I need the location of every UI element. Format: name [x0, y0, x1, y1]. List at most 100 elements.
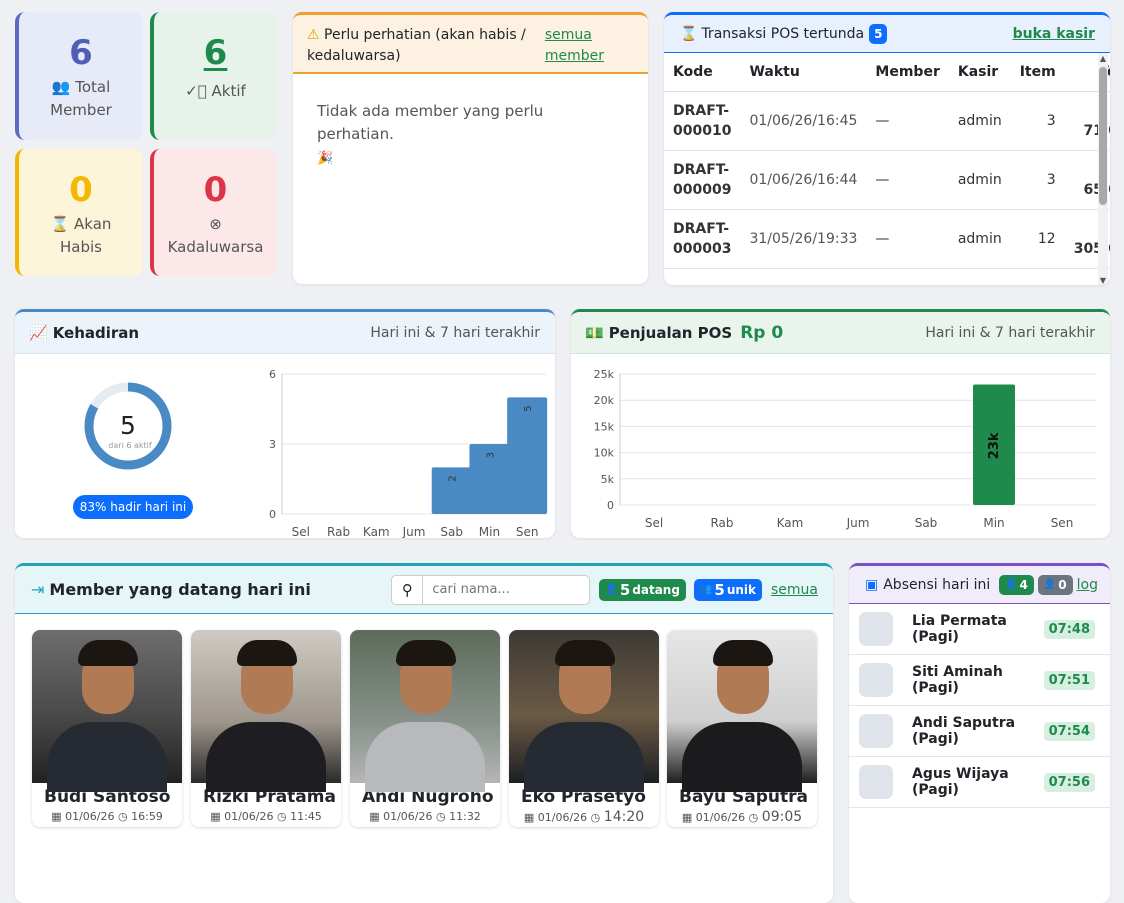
- all-visitors-link[interactable]: semua: [771, 582, 818, 598]
- penjualan-amount: Rp 0: [740, 322, 784, 343]
- pos-kasir: admin: [948, 91, 1011, 151]
- stat-aktif-label: Aktif: [211, 82, 246, 100]
- absensi-name: Lia Permata (Pagi): [912, 613, 1007, 645]
- absensi-title: Absensi hari ini: [883, 576, 991, 593]
- pos-title: Transaksi POS tertunda: [701, 25, 865, 42]
- all-members-link[interactable]: semua member: [545, 25, 604, 72]
- user-check-icon: 👤: [605, 584, 618, 595]
- absensi-time: 07:54: [1043, 721, 1095, 741]
- x-tick-label: Min: [479, 525, 500, 538]
- member-photo: [509, 630, 659, 792]
- stat-akan-habis[interactable]: 0 ⌛ Akan Habis: [15, 149, 143, 276]
- penjualan-card: 💵 Penjualan POS Rp 0 Hari ini & 7 hari t…: [571, 309, 1110, 538]
- y-tick-label: 0: [607, 499, 614, 512]
- user-out-icon: 👤: [1043, 579, 1057, 590]
- pos-member: —: [866, 209, 949, 269]
- absensi-out-badge: 👤 0: [1037, 574, 1073, 595]
- scrollbar[interactable]: ▲ ▼: [1098, 53, 1108, 285]
- x-tick-label: Sel: [292, 525, 310, 538]
- cash-icon: 💵: [585, 323, 604, 342]
- login-icon: ⇥: [31, 580, 45, 599]
- open-cashier-link[interactable]: buka kasir: [1013, 26, 1095, 42]
- kehadiran-card: 📈 Kehadiran Hari ini & 7 hari terakhir 5…: [15, 309, 555, 538]
- table-row[interactable]: DRAFT-Nali...R: [664, 268, 1110, 285]
- pos-item: [1010, 268, 1065, 285]
- search-input[interactable]: [423, 575, 584, 604]
- absensi-time: 07:48: [1043, 619, 1095, 639]
- warning-icon: ⚠: [307, 27, 320, 43]
- member-photo: [32, 630, 182, 792]
- y-tick-label: 10k: [594, 447, 615, 460]
- attention-title-2: kedaluwarsa): [307, 48, 401, 64]
- hourglass-icon: ⌛: [680, 25, 698, 42]
- x-circle-icon: ⊗: [209, 215, 222, 233]
- clock-icon: ◷: [748, 811, 759, 824]
- pos-item: 3: [1010, 91, 1065, 151]
- absensi-log-link[interactable]: log: [1077, 577, 1098, 593]
- stat-kad-value: 0: [203, 170, 228, 210]
- clock-icon: ◷: [590, 811, 601, 824]
- pos-col-header: Kode: [664, 53, 741, 92]
- stat-aktif-value: 6: [203, 33, 228, 73]
- stat-total-member[interactable]: 6 👥 Total Member: [15, 12, 143, 140]
- absensi-card: ▣ Absensi hari ini 👤 4 👤 0 log Lia Permata…: [849, 563, 1110, 903]
- table-row[interactable]: DRAFT-00001001/06/26/16:45—admin3Rp71.00…: [664, 91, 1110, 151]
- x-tick-label: Sen: [1051, 516, 1074, 530]
- x-tick-label: Kam: [363, 525, 390, 538]
- donut-sub: dari 6 aktif: [108, 441, 152, 450]
- list-item[interactable]: Lia Permata (Pagi) 07:48: [849, 604, 1110, 655]
- search-box: ⚲: [391, 574, 591, 605]
- member-photo: [350, 630, 500, 792]
- bar: [507, 397, 548, 514]
- absensi-name: Siti Aminah (Pagi): [912, 664, 1003, 696]
- attention-card: ⚠ Perlu perhatian (akan habis / kedaluwa…: [293, 12, 648, 284]
- list-item[interactable]: Andi Saputra (Pagi) 07:54: [849, 706, 1110, 757]
- list-item[interactable]: Agus Wijaya (Pagi) 07:56: [849, 757, 1110, 808]
- member-card[interactable]: Budi Santoso ▦ 01/06/26 ◷ 16:59: [32, 630, 182, 827]
- stat-habis-label2: Habis: [60, 238, 102, 256]
- data-label: 3: [485, 452, 496, 458]
- x-tick-label: Sab: [915, 516, 938, 530]
- member-card[interactable]: Andi Nugroho ▦ 01/06/26 ◷ 11:32: [350, 630, 500, 827]
- list-item[interactable]: Siti Aminah (Pagi) 07:51: [849, 655, 1110, 706]
- attention-empty-text: Tidak ada member yang perlu perhatian.: [317, 102, 544, 143]
- party-icon: 🎉: [317, 151, 334, 166]
- member-card[interactable]: Eko Prasetyo ▦ 01/06/26 ◷ 14:20: [509, 630, 659, 827]
- x-tick-label: Min: [983, 516, 1004, 530]
- users-icon: 👥: [51, 78, 71, 96]
- member-card[interactable]: Rizki Pratama ▦ 01/06/26 ◷ 11:45: [191, 630, 341, 827]
- avatar: [859, 612, 893, 646]
- calendar-icon: ▦: [369, 810, 380, 823]
- absensi-name: Agus Wijaya (Pagi): [912, 766, 1009, 798]
- attendance-pill: 83% hadir hari ini: [73, 495, 193, 519]
- calendar-icon: ▦: [51, 810, 62, 823]
- y-tick-label: 20k: [594, 394, 615, 407]
- x-tick-label: Sel: [645, 516, 663, 530]
- stat-kadaluwarsa[interactable]: 0 ⊗ Kadaluwarsa: [150, 149, 277, 276]
- table-row[interactable]: DRAFT-00000331/05/26/19:33—admin12Rp305.…: [664, 209, 1110, 269]
- x-tick-label: Kam: [777, 516, 804, 530]
- table-row[interactable]: DRAFT-00000901/06/26/16:44—admin3Rp65.00…: [664, 150, 1110, 210]
- pos-kode: DRAFT- 000010: [664, 91, 741, 151]
- pos-kode: DRAFT- 000003: [664, 209, 741, 269]
- avatar: [859, 714, 893, 748]
- pos-kasir: admin: [948, 150, 1011, 210]
- y-tick-label: 6: [269, 368, 276, 381]
- calendar-icon: ▦: [523, 811, 535, 824]
- stat-aktif[interactable]: 6 ✓⃝ Aktif: [150, 12, 277, 140]
- stat-habis-value: 0: [69, 170, 93, 210]
- kehadiran-range: Hari ini & 7 hari terakhir: [370, 324, 540, 341]
- member-card[interactable]: Bayu Saputra ▦ 01/06/26 ◷ 09:05: [667, 630, 817, 827]
- pos-kasir: [948, 268, 1011, 285]
- penjualan-bar-chart: 0 5k 10k 15k 20k 25k Sel Rab Kam Jum Sab 23k Min Sen: [594, 368, 1096, 530]
- unik-badge: 👥 5 unik: [693, 578, 762, 601]
- member-photo: [667, 630, 817, 792]
- data-label: 2: [448, 475, 459, 481]
- x-tick-label: Sen: [516, 525, 539, 538]
- pos-member: —: [866, 150, 949, 210]
- pos-item: 3: [1010, 150, 1065, 210]
- donut-value: 5: [120, 411, 136, 440]
- y-tick-label: 0: [269, 508, 276, 521]
- y-tick-label: 5k: [601, 473, 615, 486]
- pos-col-header: Item: [1010, 53, 1065, 92]
